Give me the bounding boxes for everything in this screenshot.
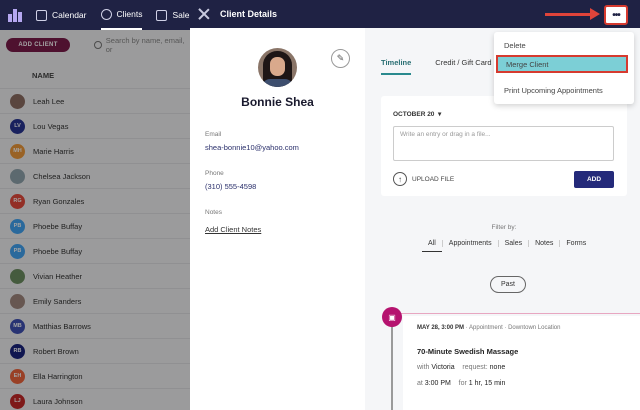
- meta-separator: ·: [465, 325, 468, 331]
- nav-sales-label: Sale: [172, 10, 190, 20]
- nav-sales[interactable]: Sale: [156, 9, 190, 21]
- at-prefix: at: [417, 380, 423, 387]
- add-client-notes-link[interactable]: Add Client Notes: [205, 225, 261, 234]
- entry-textarea[interactable]: Write an entry or drag in a file...: [393, 126, 614, 161]
- more-options-button[interactable]: •••: [604, 5, 628, 25]
- email-label: Email: [205, 131, 222, 138]
- client-profile: ✎ Bonnie Shea Email shea-bonnie10@yahoo.…: [190, 28, 365, 410]
- tab-timeline[interactable]: Timeline: [381, 58, 412, 75]
- client-name: Bonnie Shea: [241, 95, 314, 109]
- upload-icon: ↑: [393, 172, 407, 186]
- phone-value[interactable]: (310) 555-4598: [205, 182, 256, 191]
- menu-item-merge-client[interactable]: Merge Client: [496, 55, 628, 73]
- timeline-line: [391, 324, 393, 410]
- staff-name: Victoria: [431, 364, 455, 371]
- add-entry-button[interactable]: ADD: [574, 171, 614, 188]
- edit-pencil-icon[interactable]: ✎: [331, 49, 350, 68]
- notes-label: Notes: [205, 209, 222, 216]
- tab-credit-gift-card[interactable]: Credit / Gift Card: [435, 58, 491, 75]
- timeline-filters: All Appointments Sales Notes Forms: [422, 240, 592, 252]
- appointment-duration: 1 hr, 15 min: [468, 380, 506, 387]
- clients-icon: [100, 8, 112, 20]
- nav-calendar-label: Calendar: [52, 10, 87, 20]
- timeline-entry-form: OCTOBER 20 ▾ Write an entry or drag in a…: [381, 96, 627, 196]
- request-prefix: request:: [462, 364, 488, 371]
- nav-clients-label: Clients: [116, 9, 143, 19]
- appointment-calendar-icon: ▣: [382, 307, 402, 327]
- client-avatar: [258, 48, 297, 87]
- nav-clients[interactable]: Clients: [100, 0, 143, 30]
- calendar-icon: [36, 9, 47, 21]
- meta-separator: ·: [504, 325, 507, 331]
- app-logo-icon[interactable]: [8, 8, 22, 22]
- for-prefix: for: [458, 380, 467, 387]
- appointment-location: Downtown Location: [508, 325, 561, 331]
- appointment-type: Appointment: [469, 325, 503, 331]
- annotation-arrow: [545, 13, 595, 16]
- request-value: none: [489, 364, 506, 371]
- filter-all[interactable]: All: [422, 240, 442, 252]
- menu-item-print-upcoming-appointments[interactable]: Print Upcoming Appointments: [494, 81, 634, 99]
- past-button[interactable]: Past: [490, 276, 526, 293]
- appointment-date: MAY 28, 3:00 PM: [417, 325, 465, 331]
- appointment-staff-line: with Victoria request: none: [417, 364, 505, 371]
- nav-calendar[interactable]: Calendar: [36, 9, 87, 21]
- appointment-time-line: at 3:00 PM for 1 hr, 15 min: [417, 380, 505, 387]
- with-prefix: with: [417, 364, 430, 371]
- upload-file-label: UPLOAD FILE: [412, 175, 455, 183]
- appointment-time: 3:00 PM: [424, 380, 451, 387]
- caret-down-icon: ▾: [436, 111, 442, 118]
- detail-tabs: Timeline Credit / Gift Card: [381, 58, 492, 75]
- upload-file-button[interactable]: ↑ UPLOAD FILE: [393, 172, 454, 186]
- date-selector[interactable]: OCTOBER 20 ▾: [393, 110, 441, 118]
- modal-overlay[interactable]: [0, 30, 190, 410]
- appointment-meta: MAY 28, 3:00 PM · Appointment · Downtown…: [417, 325, 560, 331]
- more-options-menu: Delete Merge Client Print Upcoming Appoi…: [494, 32, 634, 104]
- appointment-title: 70-Minute Swedish Massage: [417, 347, 519, 356]
- phone-label: Phone: [205, 170, 224, 177]
- annotation-arrow-head: [590, 8, 600, 20]
- filter-appointments[interactable]: Appointments: [441, 240, 498, 247]
- filter-by-label: Filter by:: [491, 224, 517, 231]
- panel-title: Client Details: [220, 9, 278, 19]
- filter-forms[interactable]: Forms: [559, 240, 592, 247]
- filter-sales[interactable]: Sales: [497, 240, 529, 247]
- appointment-card[interactable]: MAY 28, 3:00 PM · Appointment · Downtown…: [403, 316, 640, 410]
- sales-tag-icon: [156, 9, 168, 21]
- close-icon[interactable]: [198, 8, 210, 20]
- timeline-divider: [390, 313, 640, 314]
- email-value[interactable]: shea-bonnie10@yahoo.com: [205, 143, 299, 152]
- menu-item-delete[interactable]: Delete: [494, 36, 634, 54]
- date-value: OCTOBER 20: [393, 111, 435, 118]
- filter-notes[interactable]: Notes: [528, 240, 559, 247]
